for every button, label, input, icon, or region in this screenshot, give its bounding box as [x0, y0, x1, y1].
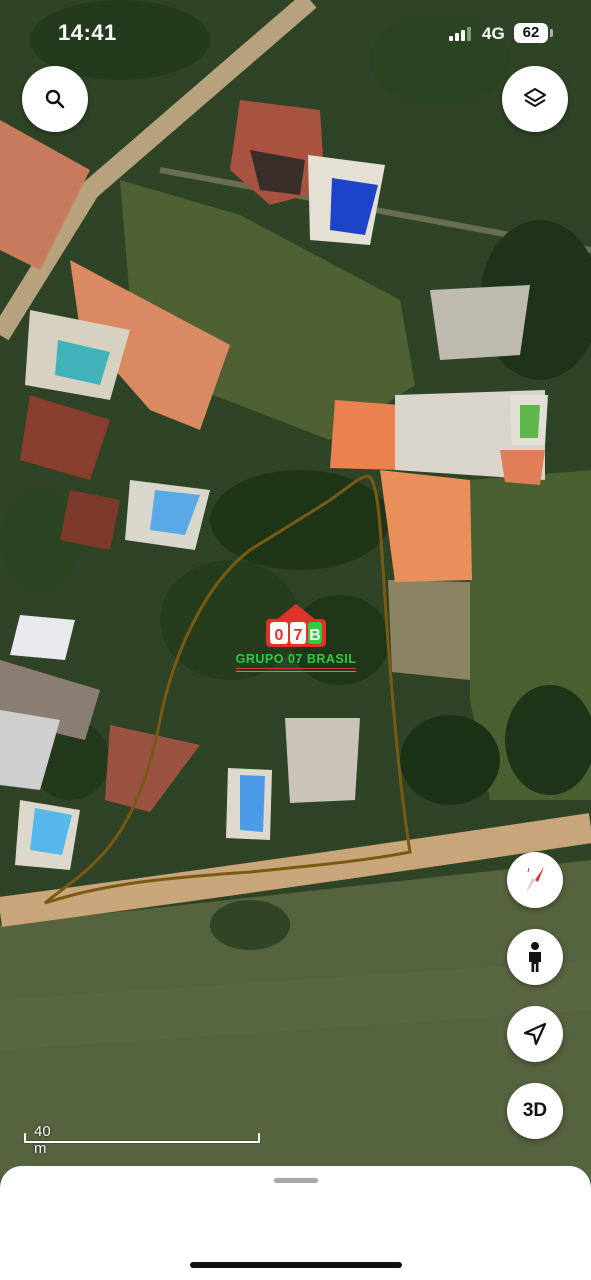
watermark-underline	[236, 668, 356, 669]
satellite-imagery	[0, 0, 591, 1180]
svg-text:0: 0	[275, 627, 284, 644]
watermark-underline-2	[236, 671, 356, 672]
home-indicator	[190, 1262, 402, 1268]
status-time: 14:41	[58, 20, 117, 45]
compass-button[interactable]	[507, 852, 563, 908]
svg-text:B: B	[309, 627, 321, 644]
scale-bar	[24, 1141, 260, 1143]
layers-icon	[524, 88, 546, 107]
compass-icon	[526, 867, 544, 893]
scale-tick-right	[258, 1133, 260, 1143]
network-type: 4G	[482, 24, 505, 43]
watermark-logo: 0 7 B GRUPO 07 BRASIL	[232, 602, 360, 678]
battery-nub	[550, 29, 553, 37]
location-arrow-icon	[523, 1022, 547, 1046]
3d-view-button[interactable]: 3D	[507, 1083, 563, 1139]
person-icon	[529, 942, 541, 972]
scale-label: 40 m	[34, 1123, 51, 1157]
street-view-button[interactable]	[507, 929, 563, 985]
bottom-sheet[interactable]	[0, 1166, 591, 1280]
battery-icon: 62	[514, 23, 548, 43]
my-location-button[interactable]	[507, 1006, 563, 1062]
watermark-brand: GRUPO 07 BRASIL	[235, 652, 357, 666]
3d-label: 3D	[522, 1100, 548, 1121]
scale-tick-left	[24, 1133, 26, 1143]
cellular-signal-icon	[449, 27, 471, 41]
satellite-map[interactable]: 0 7 B GRUPO 07 BRASIL 40 m	[0, 0, 591, 1180]
logo-house-icon: 0 7 B	[266, 604, 326, 647]
status-bar: 14:41 4G 62	[0, 0, 591, 64]
sheet-grabber[interactable]	[274, 1178, 318, 1183]
search-button[interactable]	[22, 66, 88, 132]
search-icon	[45, 89, 65, 109]
map-layers-button[interactable]	[502, 66, 568, 132]
svg-text:7: 7	[294, 627, 303, 644]
